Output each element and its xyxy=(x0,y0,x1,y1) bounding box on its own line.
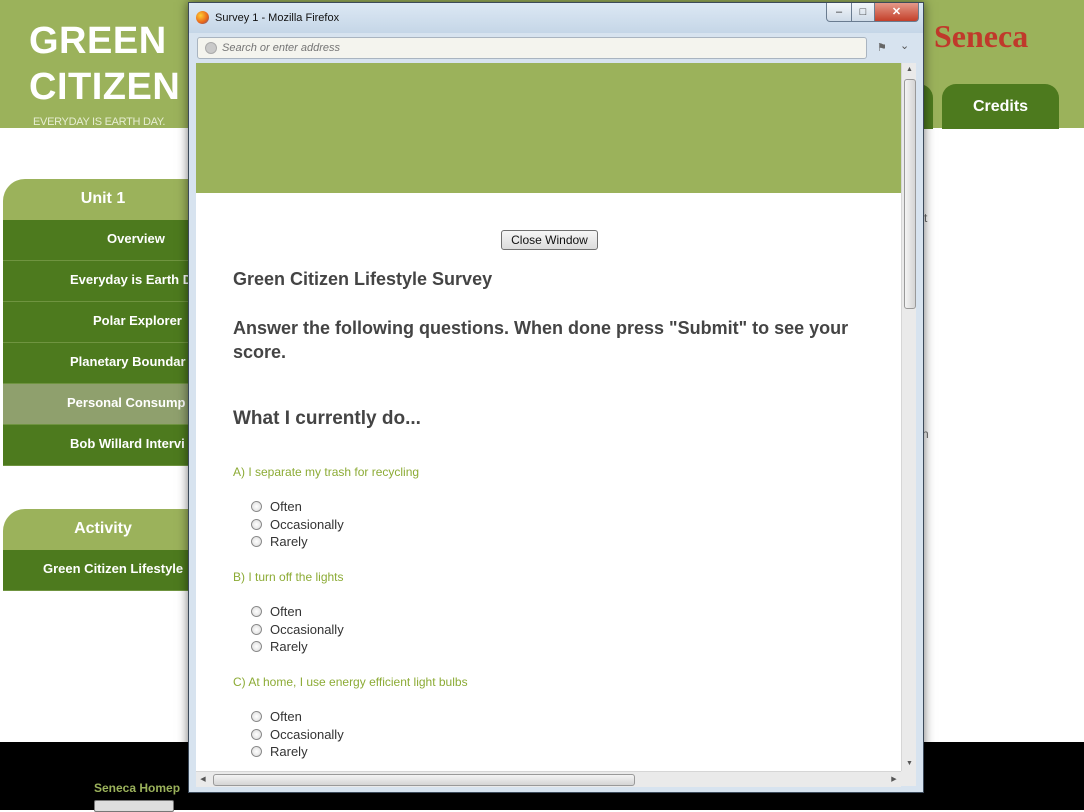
radio-button[interactable] xyxy=(251,501,262,513)
horizontal-scroll-thumb[interactable] xyxy=(213,774,635,786)
close-icon[interactable]: ✕ xyxy=(874,3,919,22)
radio-button[interactable] xyxy=(251,728,262,740)
vertical-scroll-thumb[interactable] xyxy=(904,79,916,309)
puzzle-icon[interactable]: ⚑ xyxy=(877,41,887,54)
brand-logo-line2[interactable]: CITIZEN xyxy=(29,66,180,109)
unit-nav: Unit 1 Overview Everyday is Earth D Pola… xyxy=(3,179,203,466)
nav-item-label: Everyday is Earth D xyxy=(70,272,193,287)
minimize-icon[interactable]: – xyxy=(826,3,852,22)
survey-question: B) I turn off the lights Often Occasiona… xyxy=(233,570,873,656)
scroll-left-arrow-icon[interactable]: ◀ xyxy=(196,772,210,787)
activity-nav-heading: Activity xyxy=(3,509,203,550)
close-window-button[interactable]: Close Window xyxy=(501,230,598,250)
background-text-fragment: t xyxy=(924,211,928,225)
nav-item-polar-explorer[interactable]: Polar Explorer xyxy=(3,302,203,343)
radio-option-label[interactable]: Rarely xyxy=(270,534,308,549)
nav-item-label: Polar Explorer xyxy=(93,313,182,328)
radio-button[interactable] xyxy=(251,536,262,548)
nav-item-label: Overview xyxy=(107,231,165,246)
survey-popup-window: Survey 1 - Mozilla Firefox – □ ✕ ⚑ ⌄ Clo… xyxy=(188,2,924,793)
scroll-down-arrow-icon[interactable]: ▼ xyxy=(902,757,916,771)
radio-option-label[interactable]: Rarely xyxy=(270,639,308,654)
radio-button[interactable] xyxy=(251,623,262,635)
dropdown-icon[interactable]: ⌄ xyxy=(900,39,909,52)
nav-item-everyday-earth-day[interactable]: Everyday is Earth D xyxy=(3,261,203,302)
survey-instruction: Answer the following questions. When don… xyxy=(233,318,849,362)
nav-item-personal-consumption[interactable]: Personal Consump xyxy=(3,384,203,425)
radio-option[interactable]: Rarely xyxy=(251,638,873,656)
section-heading: What I currently do... xyxy=(233,408,421,429)
firefox-icon xyxy=(196,11,209,24)
survey-question: C) At home, I use energy efficient light… xyxy=(233,675,873,761)
radio-option-label[interactable]: Often xyxy=(270,499,302,514)
nav-item-overview[interactable]: Overview xyxy=(3,220,203,261)
question-text: A) I separate my trash for recycling xyxy=(233,465,420,479)
radio-option[interactable]: Occasionally xyxy=(251,621,873,639)
credits-tab[interactable]: Credits xyxy=(942,84,1059,129)
survey-question: A) I separate my trash for recycling Oft… xyxy=(233,465,873,551)
radio-option[interactable]: Rarely xyxy=(251,533,873,551)
radio-button[interactable] xyxy=(251,606,262,618)
radio-button[interactable] xyxy=(251,711,262,723)
window-controls: – □ ✕ xyxy=(826,3,919,23)
maximize-icon[interactable]: □ xyxy=(851,3,875,22)
radio-option[interactable]: Occasionally xyxy=(251,726,873,744)
radio-option-label[interactable]: Often xyxy=(270,604,302,619)
scroll-right-arrow-icon[interactable]: ▶ xyxy=(887,772,901,787)
question-text: C) At home, I use energy efficient light… xyxy=(233,675,468,689)
radio-button[interactable] xyxy=(251,518,262,530)
radio-option-label[interactable]: Often xyxy=(270,709,302,724)
radio-option[interactable]: Often xyxy=(251,498,873,516)
radio-option-label[interactable]: Occasionally xyxy=(270,727,344,742)
survey-title: Green Citizen Lifestyle Survey xyxy=(233,269,493,289)
vertical-scrollbar[interactable]: ▲ ▼ xyxy=(901,63,916,771)
unit-nav-heading: Unit 1 xyxy=(3,179,203,220)
brand-tagline: EVERYDAY IS EARTH DAY. xyxy=(33,116,166,128)
brand-logo-line1[interactable]: GREEN xyxy=(29,20,167,63)
radio-option-label[interactable]: Occasionally xyxy=(270,517,344,532)
address-bar[interactable] xyxy=(197,37,867,59)
creative-commons-badge[interactable] xyxy=(94,800,174,812)
radio-option[interactable]: Occasionally xyxy=(251,516,873,534)
page-viewport: Close Window Green Citizen Lifestyle Sur… xyxy=(196,63,916,771)
radio-group: Often Occasionally Rarely xyxy=(251,603,873,656)
seneca-logo[interactable]: Seneca xyxy=(934,18,1028,55)
nav-item-label: Planetary Boundar xyxy=(70,354,186,369)
nav-item-label: Personal Consump xyxy=(67,395,186,410)
nav-item-bob-willard-interview[interactable]: Bob Willard Intervi xyxy=(3,425,203,466)
nav-item-planetary-boundaries[interactable]: Planetary Boundar xyxy=(3,343,203,384)
radio-option-label[interactable]: Occasionally xyxy=(270,622,344,637)
radio-button[interactable] xyxy=(251,746,262,758)
nav-item-green-citizen-lifestyle[interactable]: Green Citizen Lifestyle xyxy=(3,550,203,591)
lock-icon xyxy=(205,42,217,54)
scroll-up-arrow-icon[interactable]: ▲ xyxy=(902,63,916,77)
window-title: Survey 1 - Mozilla Firefox xyxy=(215,12,340,24)
window-titlebar[interactable]: Survey 1 - Mozilla Firefox – □ ✕ xyxy=(189,3,923,33)
activity-nav: Activity Green Citizen Lifestyle xyxy=(3,509,203,591)
question-text: B) I turn off the lights xyxy=(233,570,344,584)
radio-button[interactable] xyxy=(251,641,262,653)
radio-option[interactable]: Rarely xyxy=(251,743,873,761)
radio-group: Often Occasionally Rarely xyxy=(251,708,873,761)
radio-option-label[interactable]: Rarely xyxy=(270,744,308,759)
radio-option[interactable]: Often xyxy=(251,603,873,621)
footer-seneca-homepage-link[interactable]: Seneca Homep xyxy=(94,781,180,795)
horizontal-scrollbar[interactable]: ◀ ▶ xyxy=(196,771,901,787)
radio-group: Often Occasionally Rarely xyxy=(251,498,873,551)
nav-item-label: Green Citizen Lifestyle xyxy=(43,561,184,576)
survey-banner xyxy=(196,63,901,193)
radio-option[interactable]: Often xyxy=(251,708,873,726)
resize-corner[interactable] xyxy=(901,771,916,786)
nav-item-label: Bob Willard Intervi xyxy=(70,436,185,451)
address-input[interactable] xyxy=(222,40,822,56)
